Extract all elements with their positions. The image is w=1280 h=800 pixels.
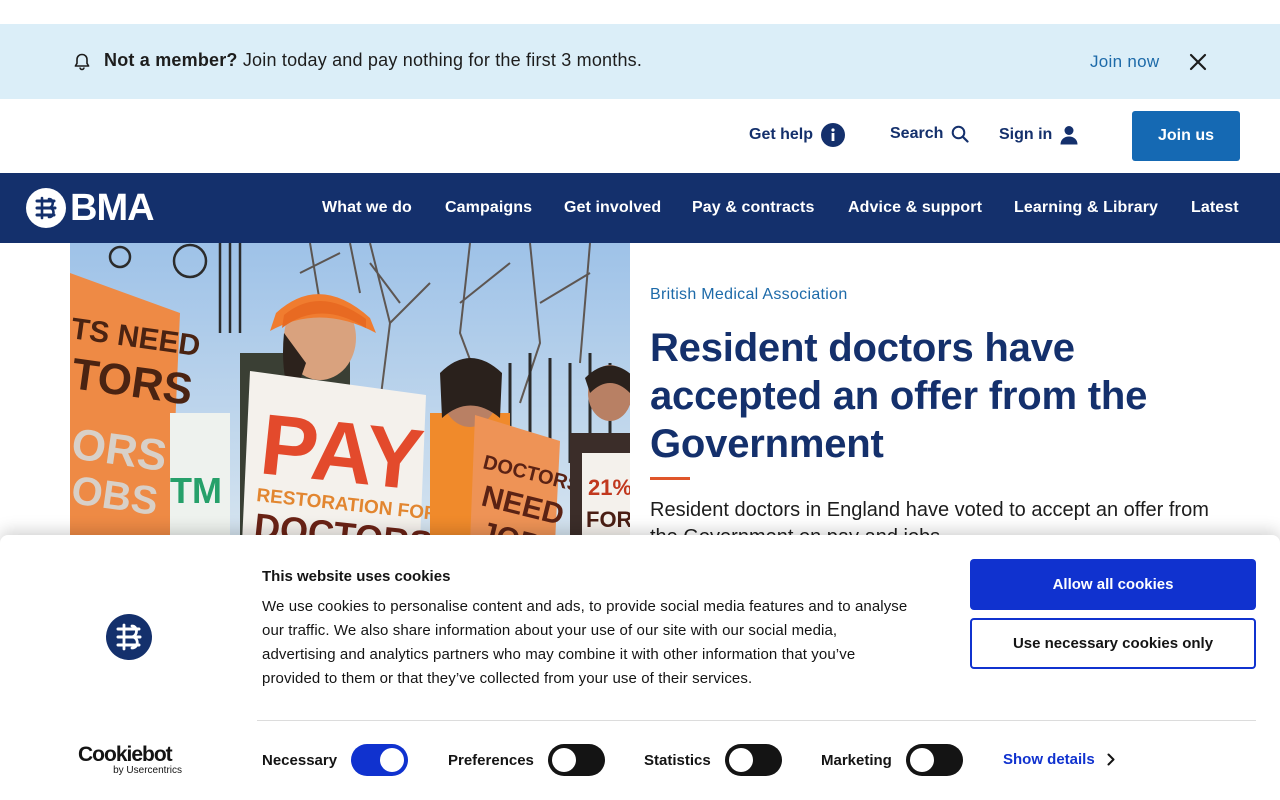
necessary-cookies-button[interactable]: Use necessary cookies only [970,618,1256,669]
headline-accent-bar [650,477,690,480]
hero-image: TS NEED TORS ORS OBS TM PAY RESTORATION … [70,243,630,543]
hero-headline[interactable]: Resident doctors have accepted an offer … [650,324,1210,468]
nav-advice-support[interactable]: Advice & support [848,199,982,217]
nav-get-involved[interactable]: Get involved [564,199,661,217]
toggle-necessary-switch[interactable] [351,744,409,776]
allow-all-cookies-button[interactable]: Allow all cookies [970,559,1256,610]
toggle-necessary-label: Necessary [262,751,338,769]
toggle-marketing: Marketing [821,743,963,777]
show-details-label: Show details [1003,751,1095,768]
nav-latest[interactable]: Latest [1191,199,1239,217]
cookiebot-by: by Usercentrics [113,765,182,776]
bma-badge-icon [106,614,152,660]
get-help-label: Get help [749,126,814,143]
bma-logo-mark [26,188,66,228]
main-nav: BMA What we do Campaigns Get involved Pa… [0,173,1280,243]
join-us-button[interactable]: Join us [1132,111,1240,161]
switch-knob [380,748,405,772]
toggle-necessary: Necessary [262,743,409,777]
toggle-preferences-label: Preferences [448,751,534,769]
chevron-right-icon [1107,753,1115,766]
page: Not a member? Join today and pay nothing… [0,0,1280,800]
switch-knob [728,748,753,772]
cookie-body: We use cookies to personalise content an… [262,598,908,687]
member-message-text: Join today and pay nothing for the first… [242,50,643,70]
svg-text:21%: 21% [588,475,630,500]
search-label: Search [890,125,944,142]
toggle-statistics-switch[interactable] [724,744,782,776]
svg-text:FOR: FOR [586,507,630,532]
show-details-link[interactable]: Show details [1003,751,1115,768]
search-icon [952,125,969,143]
svg-text:TM: TM [170,470,222,511]
member-banner: Not a member? Join today and pay nothing… [0,24,1280,99]
cookie-title: This website uses cookies [262,568,451,585]
toggle-preferences-switch[interactable] [547,744,605,776]
switch-knob [909,748,934,772]
nav-what-we-do[interactable]: What we do [322,199,412,217]
hero-kicker[interactable]: British Medical Association [650,286,848,304]
member-message-bold: Not a member? [104,50,238,70]
bell-icon [74,53,90,71]
switch-knob [551,748,576,772]
utility-bar: Get help Search Sign in Join us [0,99,1280,173]
nav-campaigns[interactable]: Campaigns [445,199,532,217]
cookie-divider [257,720,1256,721]
member-message: Not a member? Join today and pay nothing… [104,50,642,71]
search-link[interactable]: Search [890,125,969,143]
join-now-link[interactable]: Join now [1090,52,1160,72]
close-icon[interactable] [1186,50,1210,74]
toggle-statistics-label: Statistics [644,751,711,769]
cookiebot-brand: Cookiebot [78,743,173,766]
toggle-marketing-label: Marketing [821,751,892,769]
get-help-link[interactable]: Get help [749,123,846,147]
sign-in-label: Sign in [999,126,1053,143]
protest-photo: TS NEED TORS ORS OBS TM PAY RESTORATION … [70,243,630,543]
sign-in-link[interactable]: Sign in [999,125,1078,145]
toggle-marketing-switch[interactable] [905,744,963,776]
user-icon [1060,126,1078,145]
cookiebot-logo[interactable]: Cookiebot by Usercentrics [78,743,182,777]
nav-learning-library[interactable]: Learning & Library [1014,199,1158,217]
nav-pay-contracts[interactable]: Pay & contracts [692,199,814,217]
cookie-dialog: This website uses cookies We use cookies… [0,535,1280,800]
info-icon [821,123,846,147]
toggle-statistics: Statistics [644,743,782,777]
bma-logo[interactable]: BMA [26,187,155,229]
logo-text: BMA [70,187,155,229]
toggle-preferences: Preferences [448,743,605,777]
